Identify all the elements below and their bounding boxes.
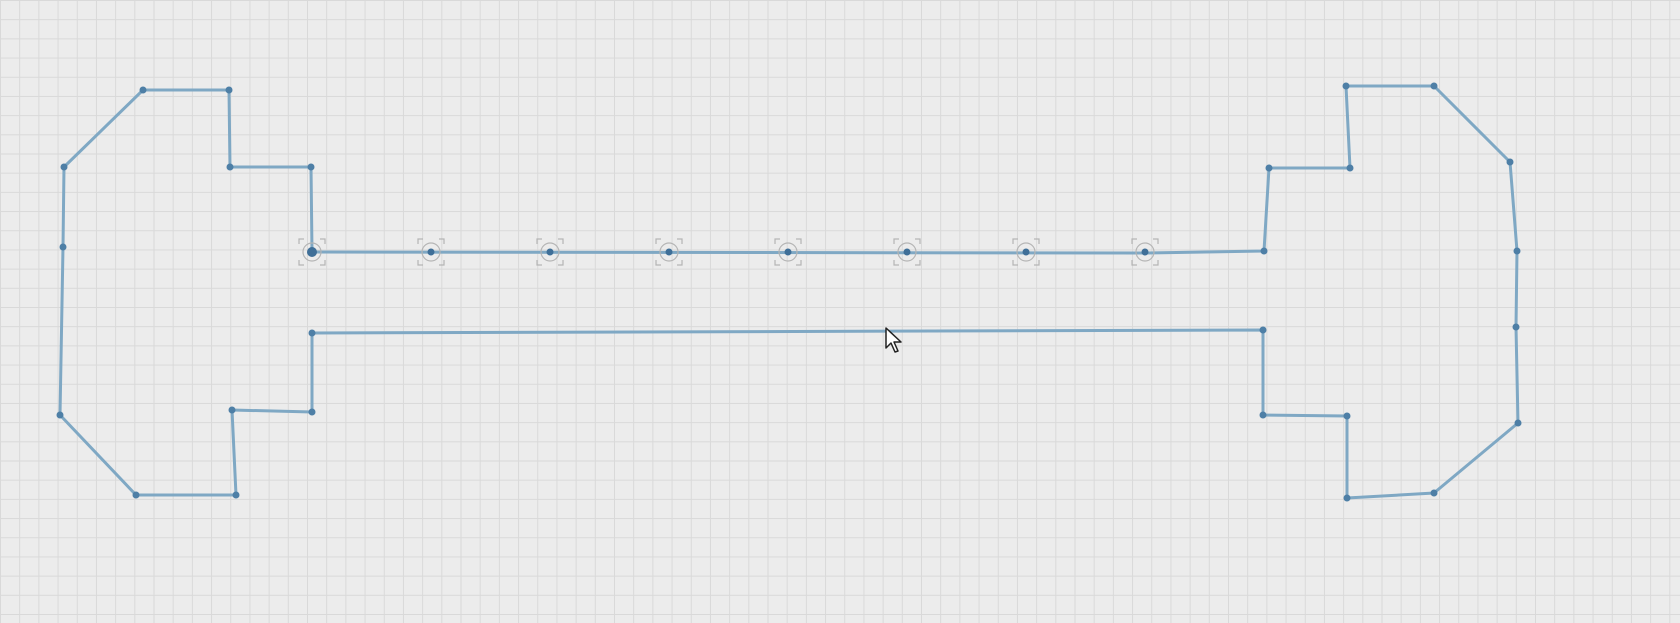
vertex-node[interactable]	[1259, 411, 1267, 419]
vertex-node[interactable]	[1342, 82, 1350, 90]
vertex-node[interactable]	[228, 406, 236, 414]
vertex-node[interactable]	[1430, 82, 1438, 90]
vertex-node[interactable]	[307, 163, 315, 171]
selected-node-handle[interactable]	[655, 238, 683, 266]
vertex-node[interactable]	[60, 163, 68, 171]
vertex-node[interactable]	[1343, 412, 1351, 420]
vertex-node[interactable]	[132, 491, 140, 499]
vertex-node[interactable]	[308, 408, 316, 416]
vertex-node[interactable]	[1512, 323, 1520, 331]
vertex-node[interactable]	[1506, 158, 1514, 166]
selected-node-handle[interactable]	[1131, 238, 1159, 266]
vertex-node[interactable]	[1343, 494, 1351, 502]
vertex-node[interactable]	[1346, 164, 1354, 172]
vertex-node[interactable]	[59, 243, 67, 251]
selected-node-handle[interactable]	[1012, 238, 1040, 266]
selected-node-handle[interactable]	[298, 238, 326, 266]
vertex-node[interactable]	[1514, 419, 1522, 427]
drawing-canvas[interactable]	[0, 0, 1680, 623]
vertex-node[interactable]	[308, 329, 316, 337]
vertex-node[interactable]	[1265, 164, 1273, 172]
vertex-node[interactable]	[1430, 489, 1438, 497]
vertex-node[interactable]	[1260, 247, 1268, 255]
vertex-node[interactable]	[1259, 326, 1267, 334]
selected-top-edge[interactable]	[310, 250, 1149, 255]
left-outline-path[interactable]	[58, 84, 1520, 500]
selected-node-handle[interactable]	[417, 238, 445, 266]
vertex-nodes[interactable]	[56, 82, 1522, 502]
selected-node-handle[interactable]	[536, 238, 564, 266]
vertex-node[interactable]	[56, 411, 64, 419]
vertex-node[interactable]	[226, 163, 234, 171]
floor-plan-drawing[interactable]	[0, 0, 1680, 623]
vertex-node[interactable]	[1513, 247, 1521, 255]
vertex-node[interactable]	[225, 86, 233, 94]
vertex-node[interactable]	[139, 86, 147, 94]
vertex-node[interactable]	[232, 491, 240, 499]
selected-node-handle[interactable]	[774, 238, 802, 266]
selected-node-handle[interactable]	[893, 238, 921, 266]
